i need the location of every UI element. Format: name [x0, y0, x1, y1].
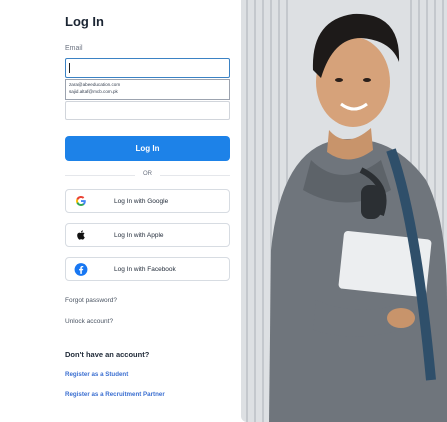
apple-login-button[interactable]: Log In with Apple [65, 223, 230, 247]
or-text: OR [143, 171, 152, 177]
autofill-item[interactable]: zara@abeeducation.com [66, 80, 229, 87]
or-divider: OR [65, 170, 230, 180]
google-login-button[interactable]: Log In with Google [65, 189, 230, 213]
password-field[interactable] [65, 101, 230, 120]
google-login-label: Log In with Google [114, 198, 169, 205]
google-icon [74, 194, 88, 208]
divider-line [160, 175, 230, 176]
autofill-item[interactable]: sajid.altaf@mcb.com.pk [66, 87, 229, 94]
text-caret [69, 63, 70, 73]
forgot-password-link[interactable]: Forgot password? [65, 297, 117, 304]
login-panel: Log In Email zara@abeeducation.com sajid… [0, 0, 240, 422]
unlock-account-link[interactable]: Unlock account? [65, 318, 113, 325]
facebook-login-label: Log In with Facebook [114, 266, 176, 273]
apple-login-label: Log In with Apple [114, 232, 164, 239]
autofill-dropdown: zara@abeeducation.com sajid.altaf@mcb.co… [65, 79, 230, 100]
register-partner-link[interactable]: Register as a Recruitment Partner [65, 391, 165, 398]
no-account-heading: Don't have an account? [65, 350, 150, 359]
login-button[interactable]: Log In [65, 136, 230, 161]
register-student-link[interactable]: Register as a Student [65, 371, 128, 378]
facebook-login-button[interactable]: Log In with Facebook [65, 257, 230, 281]
facebook-icon [74, 262, 88, 276]
hero-photo [241, 0, 447, 422]
email-label: Email [65, 45, 83, 52]
apple-icon [74, 228, 88, 242]
page-title: Log In [65, 14, 104, 29]
email-field[interactable] [65, 58, 230, 78]
